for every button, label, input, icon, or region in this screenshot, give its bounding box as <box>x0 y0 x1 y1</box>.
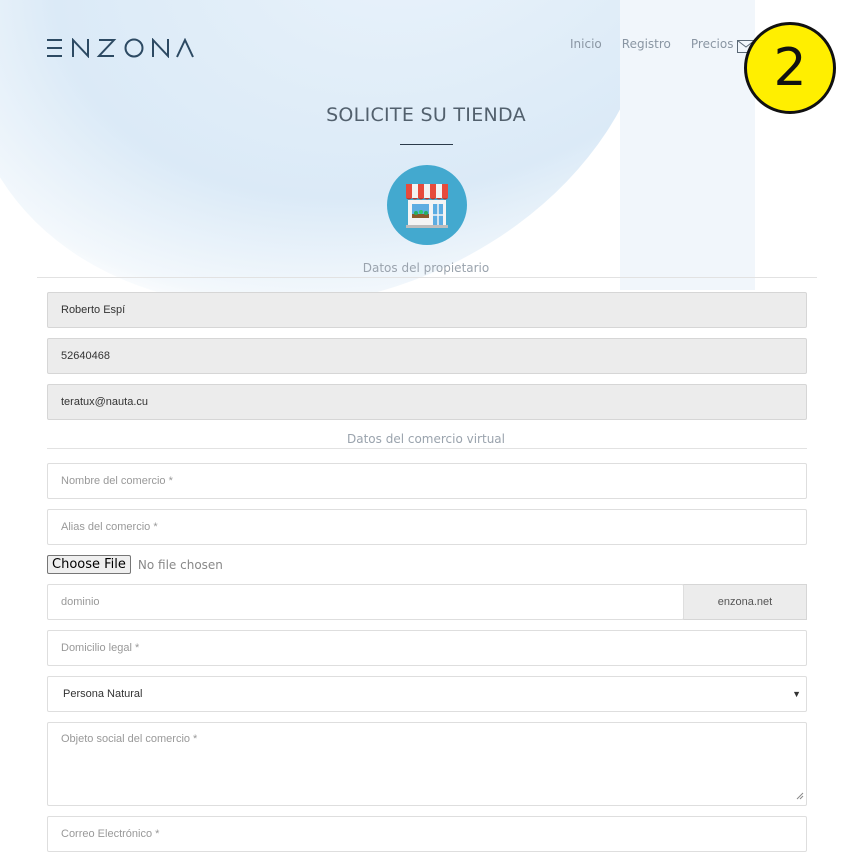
owner-phone-field[interactable]: 52640468 <box>47 338 807 374</box>
page-title: SOLICITE SU TIENDA <box>326 104 526 126</box>
business-purpose-placeholder: Objeto social del comercio * <box>61 733 198 745</box>
file-status-text: No file chosen <box>137 557 223 572</box>
main-nav: Inicio Registro Precios <box>570 37 733 51</box>
step-badge: 2 <box>744 22 836 114</box>
shop-section-divider <box>47 448 807 449</box>
title-divider <box>400 144 453 145</box>
store-icon <box>387 165 467 245</box>
business-purpose-textarea[interactable]: Objeto social del comercio * <box>47 722 807 806</box>
shop-name-field[interactable]: Nombre del comercio * <box>47 463 807 499</box>
entity-type-value: Persona Natural <box>63 688 143 700</box>
resize-handle-icon[interactable] <box>796 791 804 803</box>
owner-section-label: Datos del propietario <box>362 261 490 275</box>
shop-alias-field[interactable]: Alias del comercio * <box>47 509 807 545</box>
entity-type-select[interactable]: Persona Natural ▼ <box>47 676 807 712</box>
owner-section-divider <box>37 277 817 278</box>
nav-item-registro[interactable]: Registro <box>622 37 671 51</box>
enzona-logo[interactable] <box>46 38 194 58</box>
owner-name-field[interactable]: Roberto Espí <box>47 292 807 328</box>
owner-email-field[interactable]: teratux@nauta.cu <box>47 384 807 420</box>
shop-section-label: Datos del comercio virtual <box>347 432 505 446</box>
domain-field[interactable]: dominio <box>47 584 684 620</box>
domain-suffix: enzona.net <box>683 584 807 620</box>
legal-address-field[interactable]: Domicilio legal * <box>47 630 807 666</box>
nav-item-inicio[interactable]: Inicio <box>570 37 602 51</box>
chevron-down-icon: ▼ <box>792 689 801 699</box>
nav-item-precios[interactable]: Precios <box>691 37 734 51</box>
logo-file-picker: Choose File No file chosen <box>47 555 223 574</box>
logo-wordmark <box>47 38 194 58</box>
choose-file-button[interactable]: Choose File <box>47 555 131 574</box>
shop-email-field[interactable]: Correo Electrónico * <box>47 816 807 852</box>
